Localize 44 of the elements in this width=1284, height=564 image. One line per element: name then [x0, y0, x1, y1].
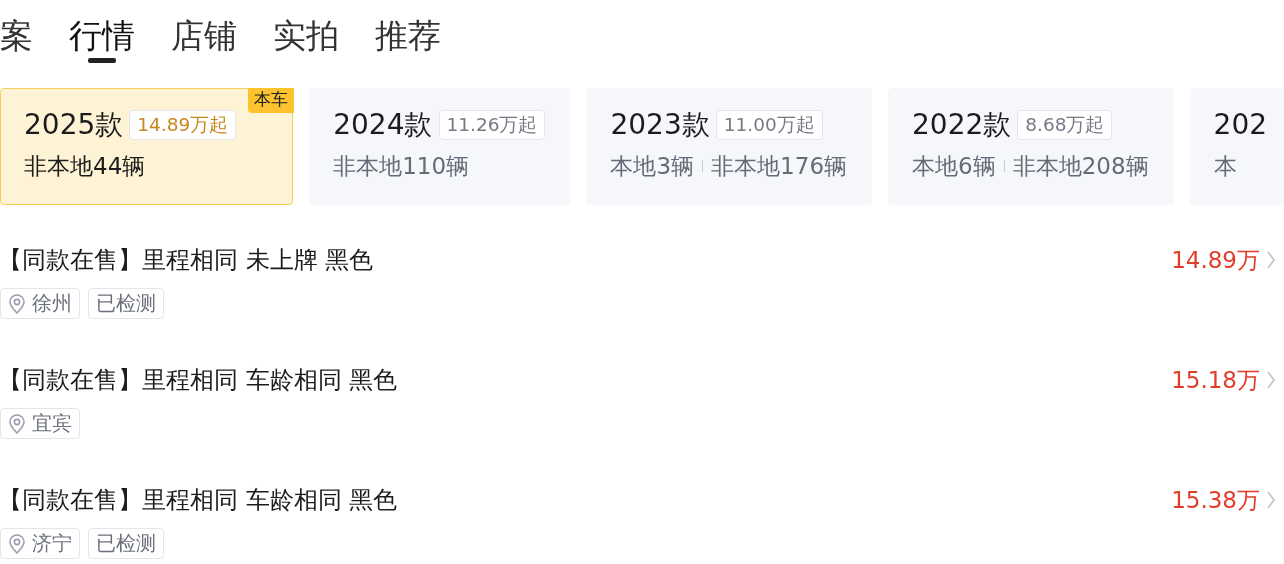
inspected-tag: 已检测: [88, 288, 164, 319]
tab[interactable]: 案: [0, 16, 33, 64]
listing-price: 15.18万: [1171, 365, 1260, 395]
starting-price: 11.00万起: [715, 110, 823, 140]
listing-price: 14.89万: [1171, 245, 1260, 275]
tab[interactable]: 推荐: [375, 16, 441, 64]
location-pin-icon: [8, 293, 26, 314]
listing-count: 本地6辆: [912, 152, 996, 181]
model-year-card[interactable]: 2023款 11.00万起 本地3辆 非本地176辆: [586, 88, 872, 205]
model-year-card[interactable]: 202 本: [1189, 88, 1284, 205]
chevron-right-icon[interactable]: [1266, 370, 1276, 390]
listing-count: 非本地44辆: [24, 152, 146, 181]
location-text: 徐州: [32, 290, 72, 317]
location-text: 济宁: [32, 530, 72, 557]
location-text: 宜宾: [32, 410, 72, 437]
model-year: 202: [1213, 107, 1267, 143]
listing-count: 非本地110辆: [333, 152, 470, 181]
model-year: 2024款: [333, 107, 433, 143]
listing-price: 15.38万: [1171, 485, 1260, 515]
model-year: 2023款: [610, 107, 710, 143]
model-year-card[interactable]: 2025款 14.89万起 非本地44辆 本车: [0, 88, 294, 205]
inspected-tag: 已检测: [88, 528, 164, 559]
listing-title[interactable]: 【同款在售】里程相同 未上牌 黑色: [0, 245, 374, 275]
tab[interactable]: 行情: [69, 16, 135, 64]
starting-price: 14.89万起: [129, 110, 237, 140]
tab[interactable]: 店铺: [171, 16, 237, 64]
current-car-badge: 本车: [248, 88, 295, 113]
location-pin-icon: [8, 413, 26, 434]
listing-count: 本: [1213, 152, 1237, 181]
location-pin-icon: [8, 533, 26, 554]
model-year: 2025款: [24, 107, 124, 143]
listing-count: 本地3辆: [610, 152, 695, 181]
chevron-right-icon[interactable]: [1266, 490, 1276, 510]
model-year: 2022款: [912, 107, 1012, 143]
listing-count: 非本地176辆: [711, 152, 847, 181]
starting-price: 8.68万起: [1017, 110, 1113, 140]
listing-title[interactable]: 【同款在售】里程相同 车龄相同 黑色: [0, 485, 398, 515]
model-year-card[interactable]: 2022款 8.68万起 本地6辆 非本地208辆: [888, 88, 1174, 205]
listing-count: 非本地208辆: [1012, 152, 1149, 181]
chevron-right-icon[interactable]: [1266, 250, 1276, 270]
listing-title[interactable]: 【同款在售】里程相同 车龄相同 黑色: [0, 365, 398, 395]
starting-price: 11.26万起: [438, 110, 546, 140]
model-year-card[interactable]: 2024款 11.26万起 非本地110辆: [309, 88, 571, 205]
tab[interactable]: 实拍: [273, 16, 339, 64]
